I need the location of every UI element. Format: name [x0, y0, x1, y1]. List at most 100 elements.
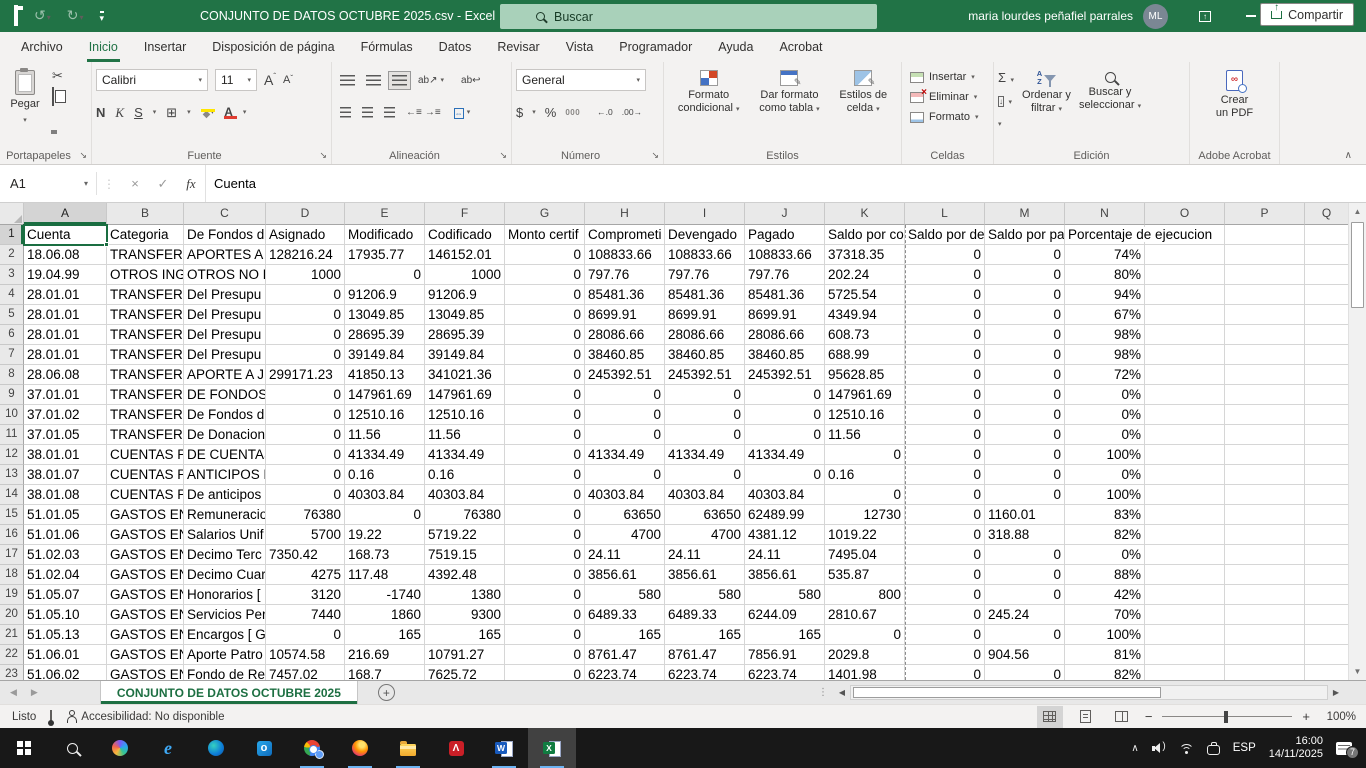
- cell-F5[interactable]: 13049.85: [425, 305, 505, 325]
- row-header-16[interactable]: 16: [0, 525, 24, 545]
- font-size-select[interactable]: 11▾: [215, 69, 257, 91]
- cell-E7[interactable]: 39149.84: [345, 345, 425, 365]
- horizontal-scroll-thumb[interactable]: [853, 687, 1161, 698]
- cell-I7[interactable]: 38460.85: [665, 345, 745, 365]
- cell-P20[interactable]: [1225, 605, 1305, 625]
- cell-Q5[interactable]: [1305, 305, 1348, 325]
- scroll-down-arrow[interactable]: ▼: [1349, 663, 1366, 680]
- cell-N23[interactable]: 82%: [1065, 665, 1145, 680]
- cell-G3[interactable]: 0: [505, 265, 585, 285]
- cell-M17[interactable]: 0: [985, 545, 1065, 565]
- cell-I5[interactable]: 8699.91: [665, 305, 745, 325]
- cell-K7[interactable]: 688.99: [825, 345, 905, 365]
- cell-Q19[interactable]: [1305, 585, 1348, 605]
- cell-G2[interactable]: 0: [505, 245, 585, 265]
- cell-P15[interactable]: [1225, 505, 1305, 525]
- cell-A17[interactable]: 51.02.03: [24, 545, 107, 565]
- cell-O14[interactable]: [1145, 485, 1225, 505]
- cell-G18[interactable]: 0: [505, 565, 585, 585]
- cell-J20[interactable]: 6244.09: [745, 605, 825, 625]
- cell-E17[interactable]: 168.73: [345, 545, 425, 565]
- cell-L20[interactable]: 0: [905, 605, 985, 625]
- cell-K8[interactable]: 95628.85: [825, 365, 905, 385]
- cell-O5[interactable]: [1145, 305, 1225, 325]
- cell-M9[interactable]: 0: [985, 385, 1065, 405]
- cell-H23[interactable]: 6223.74: [585, 665, 665, 680]
- cut-button[interactable]: ✂: [52, 69, 63, 82]
- comma-format-button[interactable]: 000: [565, 108, 580, 117]
- cell-I8[interactable]: 245392.51: [665, 365, 745, 385]
- cell-K15[interactable]: 12730: [825, 505, 905, 525]
- cell-L13[interactable]: 0: [905, 465, 985, 485]
- cell-E3[interactable]: 0: [345, 265, 425, 285]
- cell-L14[interactable]: 0: [905, 485, 985, 505]
- col-header-O[interactable]: O: [1145, 203, 1225, 225]
- cell-C5[interactable]: Del Presupu: [184, 305, 266, 325]
- cell-L16[interactable]: 0: [905, 525, 985, 545]
- collapse-ribbon-button[interactable]: ∧: [1345, 150, 1352, 161]
- cell-K18[interactable]: 535.87: [825, 565, 905, 585]
- cell-A3[interactable]: 19.04.99: [24, 265, 107, 285]
- cell-L7[interactable]: 0: [905, 345, 985, 365]
- cell-P16[interactable]: [1225, 525, 1305, 545]
- cell-C17[interactable]: Decimo Terc: [184, 545, 266, 565]
- cell-B3[interactable]: OTROS INGR: [107, 265, 184, 285]
- borders-button[interactable]: ⊞: [166, 106, 177, 119]
- cell-N9[interactable]: 0%: [1065, 385, 1145, 405]
- cell-H10[interactable]: 0: [585, 405, 665, 425]
- cell-O16[interactable]: [1145, 525, 1225, 545]
- excel-taskbar-button[interactable]: X: [528, 728, 576, 768]
- cell-Q1[interactable]: [1305, 225, 1348, 245]
- cell-E11[interactable]: 11.56: [345, 425, 425, 445]
- cell-E10[interactable]: 12510.16: [345, 405, 425, 425]
- cell-O8[interactable]: [1145, 365, 1225, 385]
- cell-F19[interactable]: 1380: [425, 585, 505, 605]
- cell-J7[interactable]: 38460.85: [745, 345, 825, 365]
- cell-A8[interactable]: 28.06.08: [24, 365, 107, 385]
- cell-B7[interactable]: TRANSFEREN: [107, 345, 184, 365]
- row-header-20[interactable]: 20: [0, 605, 24, 625]
- cell-J10[interactable]: 0: [745, 405, 825, 425]
- internet-explorer-button[interactable]: e: [144, 728, 192, 768]
- cell-Q18[interactable]: [1305, 565, 1348, 585]
- row-header-4[interactable]: 4: [0, 285, 24, 305]
- cell-L18[interactable]: 0: [905, 565, 985, 585]
- notifications-button[interactable]: 7: [1336, 742, 1352, 755]
- cell-M15[interactable]: 1160.01: [985, 505, 1065, 525]
- cell-I18[interactable]: 3856.61: [665, 565, 745, 585]
- cell-N20[interactable]: 70%: [1065, 605, 1145, 625]
- cell-C13[interactable]: ANTICIPOS P: [184, 465, 266, 485]
- cell-G7[interactable]: 0: [505, 345, 585, 365]
- cell-Q13[interactable]: [1305, 465, 1348, 485]
- cell-C22[interactable]: Aporte Patro: [184, 645, 266, 665]
- cell-A18[interactable]: 51.02.04: [24, 565, 107, 585]
- cell-I19[interactable]: 580: [665, 585, 745, 605]
- cell-H7[interactable]: 38460.85: [585, 345, 665, 365]
- cell-I3[interactable]: 797.76: [665, 265, 745, 285]
- cell-M4[interactable]: 0: [985, 285, 1065, 305]
- cell-A22[interactable]: 51.06.01: [24, 645, 107, 665]
- cell-D19[interactable]: 3120: [266, 585, 345, 605]
- cell-G19[interactable]: 0: [505, 585, 585, 605]
- menu-tab-insertar[interactable]: Insertar: [131, 32, 199, 62]
- cell-N12[interactable]: 100%: [1065, 445, 1145, 465]
- zoom-out-button[interactable]: −: [1145, 709, 1153, 724]
- cell-A15[interactable]: 51.01.05: [24, 505, 107, 525]
- scroll-left-arrow[interactable]: ◀: [834, 688, 850, 697]
- cell-Q20[interactable]: [1305, 605, 1348, 625]
- cell-K23[interactable]: 1401.98: [825, 665, 905, 680]
- col-header-N[interactable]: N: [1065, 203, 1145, 225]
- cell-N13[interactable]: 0%: [1065, 465, 1145, 485]
- cell-M1[interactable]: Saldo por pa: [985, 225, 1065, 245]
- cell-M22[interactable]: 904.56: [985, 645, 1065, 665]
- col-header-I[interactable]: I: [665, 203, 745, 225]
- cell-B16[interactable]: GASTOS EN F: [107, 525, 184, 545]
- bold-button[interactable]: N: [96, 106, 105, 119]
- cell-G20[interactable]: 0: [505, 605, 585, 625]
- cell-Q7[interactable]: [1305, 345, 1348, 365]
- chrome-button[interactable]: [288, 728, 336, 768]
- cell-M8[interactable]: 0: [985, 365, 1065, 385]
- col-header-A[interactable]: A: [24, 203, 107, 225]
- cell-J22[interactable]: 7856.91: [745, 645, 825, 665]
- cell-M7[interactable]: 0: [985, 345, 1065, 365]
